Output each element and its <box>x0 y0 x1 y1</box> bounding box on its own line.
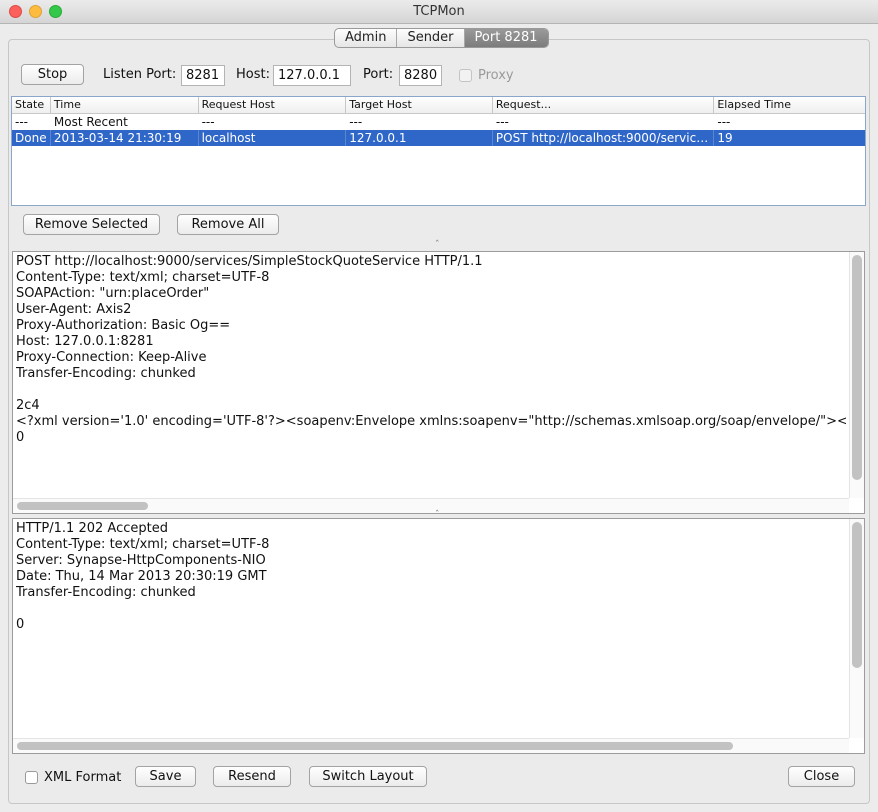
proxy-label: Proxy <box>478 68 514 83</box>
request-horizontal-thumb[interactable] <box>17 502 148 510</box>
port-label: Port: <box>363 67 394 82</box>
response-horizontal-scrollbar[interactable] <box>13 738 849 753</box>
cell-request: POST http://localhost:9000/services/Simp… <box>493 130 715 146</box>
cell-request: --- <box>495 115 509 129</box>
switch-layout-button[interactable]: Switch Layout <box>309 766 427 787</box>
column-header-target-host[interactable]: Target Host <box>346 97 493 113</box>
close-button[interactable]: Close <box>788 766 855 787</box>
tab-bar: Admin Sender Port 8281 <box>334 28 549 48</box>
cell-state: --- <box>15 115 28 129</box>
table-header: State Time Request Host Target Host Requ… <box>12 97 865 114</box>
listen-port-label: Listen Port: <box>103 67 177 82</box>
tab-sender[interactable]: Sender <box>397 29 465 47</box>
close-window-icon[interactable] <box>9 5 22 18</box>
cell-request-host: localhost <box>199 130 347 146</box>
response-horizontal-thumb[interactable] <box>17 742 733 750</box>
tab-port-8281[interactable]: Port 8281 <box>464 29 548 47</box>
response-text[interactable]: HTTP/1.1 202 Accepted Content-Type: text… <box>16 521 846 633</box>
response-vertical-scrollbar[interactable] <box>849 519 864 738</box>
tcpmon-window: TCPMon Admin Sender Port 8281 Stop Liste… <box>0 0 878 812</box>
request-vertical-thumb[interactable] <box>852 255 862 480</box>
window-title: TCPMon <box>413 4 465 19</box>
cell-request-host: --- <box>201 115 215 129</box>
column-header-request-host[interactable]: Request Host <box>199 97 347 113</box>
table-row-selected[interactable]: Done 2013-03-14 21:30:19 localhost 127.0… <box>12 130 865 146</box>
request-pane[interactable]: POST http://localhost:9000/services/Simp… <box>12 251 865 514</box>
host-label: Host: <box>236 67 270 82</box>
response-pane[interactable]: HTTP/1.1 202 Accepted Content-Type: text… <box>12 518 865 754</box>
cell-target-host: --- <box>349 115 363 129</box>
port-input[interactable]: 8280 <box>399 65 442 86</box>
minimize-window-icon[interactable] <box>29 5 42 18</box>
title-bar: TCPMon <box>0 0 878 24</box>
listen-port-input[interactable]: 8281 <box>181 65 225 86</box>
cell-time: Most Recent <box>53 115 128 129</box>
cell-state: Done <box>12 130 51 146</box>
request-horizontal-scrollbar[interactable] <box>13 498 849 513</box>
column-header-time[interactable]: Time <box>51 97 199 113</box>
request-vertical-scrollbar[interactable] <box>849 252 864 498</box>
xml-format-label: XML Format <box>44 770 122 785</box>
resend-button[interactable]: Resend <box>213 766 291 787</box>
cell-target-host: 127.0.0.1 <box>346 130 493 146</box>
host-input[interactable]: 127.0.0.1 <box>273 65 351 86</box>
response-vertical-thumb[interactable] <box>852 522 862 668</box>
request-text[interactable]: POST http://localhost:9000/services/Simp… <box>16 254 846 446</box>
cell-elapsed-time: --- <box>717 115 731 129</box>
column-header-request[interactable]: Request... <box>493 97 715 113</box>
remove-selected-button[interactable]: Remove Selected <box>23 214 160 235</box>
table-row[interactable]: --- Most Recent --- --- --- --- <box>12 114 865 130</box>
remove-all-button[interactable]: Remove All <box>177 214 279 235</box>
column-header-elapsed-time[interactable]: Elapsed Time <box>714 97 865 113</box>
tab-admin[interactable]: Admin <box>335 29 398 47</box>
split-handle-icon[interactable]: ˆ <box>435 240 440 250</box>
save-button[interactable]: Save <box>135 766 196 787</box>
xml-format-checkbox[interactable] <box>25 771 38 784</box>
cell-elapsed-time: 19 <box>717 131 733 145</box>
zoom-window-icon[interactable] <box>49 5 62 18</box>
cell-time: 2013-03-14 21:30:19 <box>51 130 199 146</box>
connections-table: State Time Request Host Target Host Requ… <box>11 96 866 206</box>
column-header-state[interactable]: State <box>12 97 51 113</box>
stop-button[interactable]: Stop <box>21 64 84 85</box>
proxy-checkbox[interactable] <box>459 69 472 82</box>
